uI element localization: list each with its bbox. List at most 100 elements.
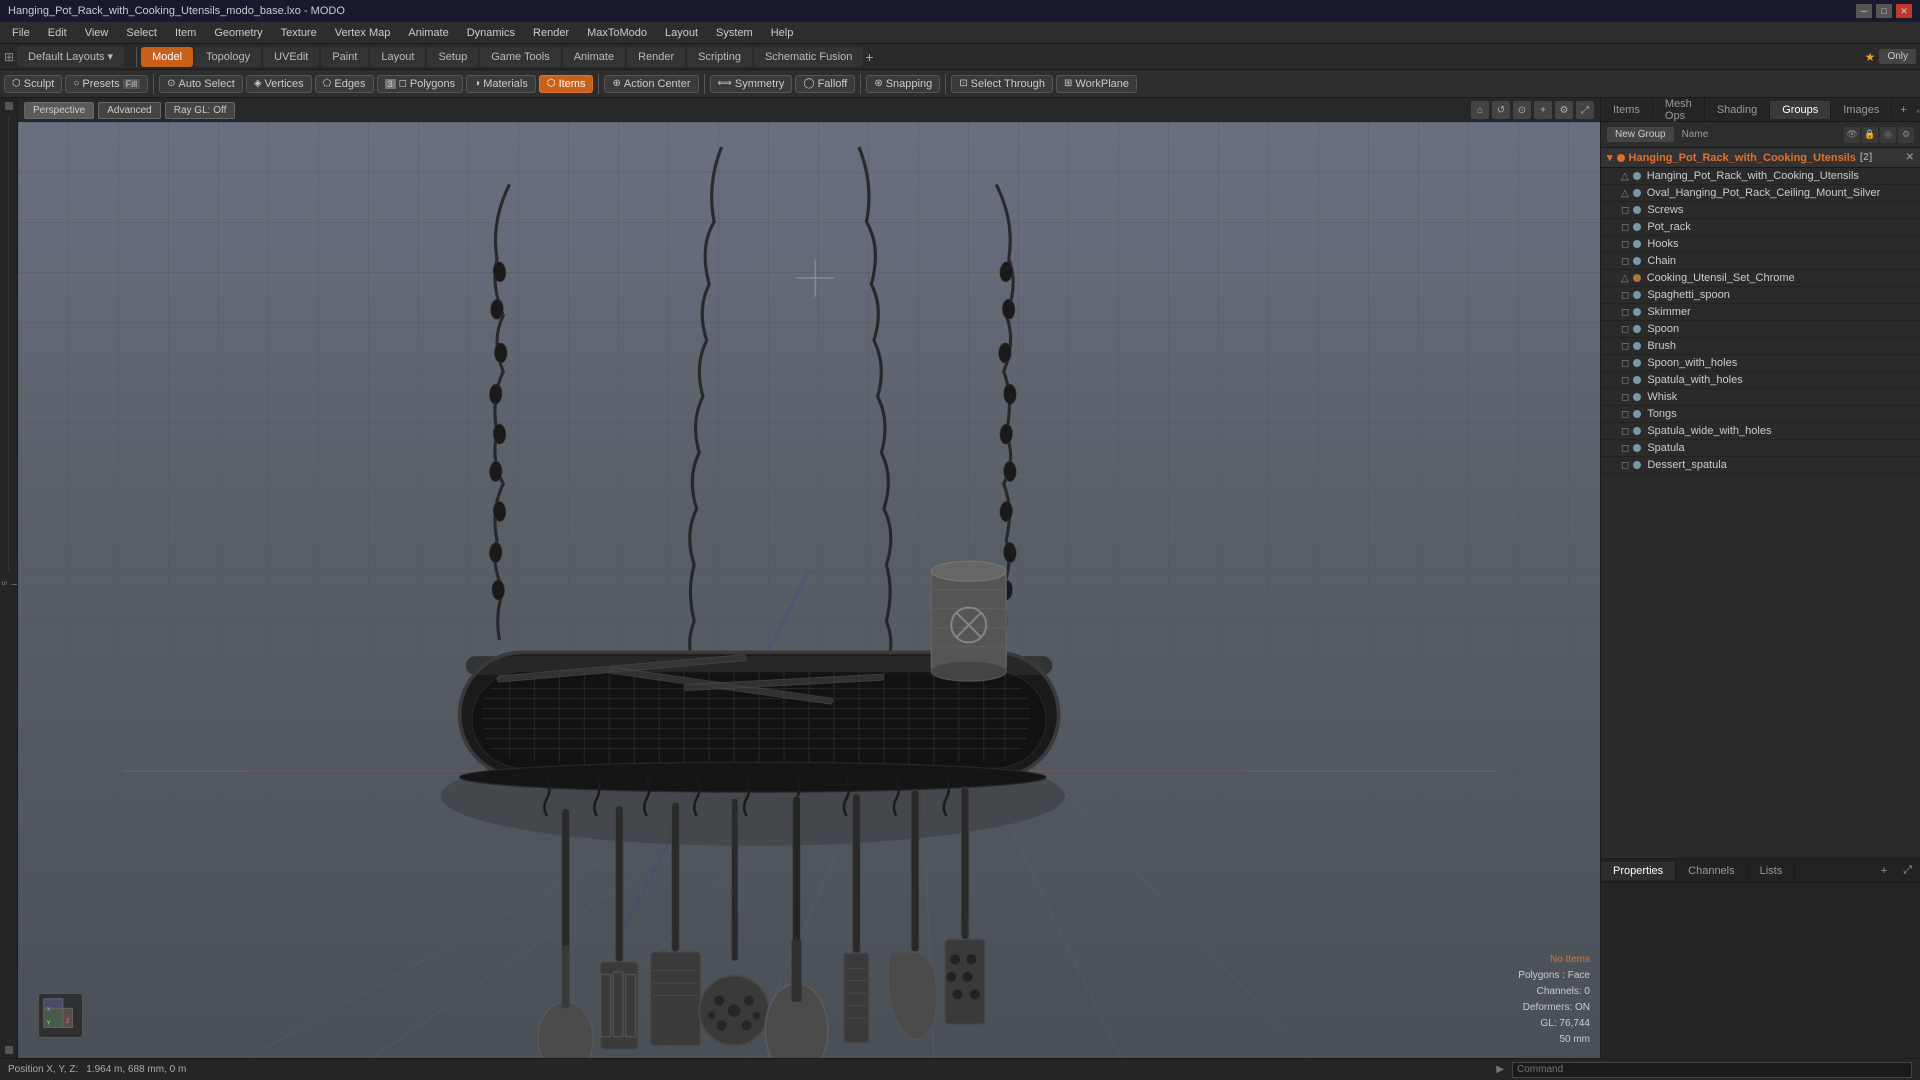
- list-item[interactable]: ◻ Spatula_wide_with_holes: [1601, 423, 1920, 440]
- menu-animate[interactable]: Animate: [400, 25, 456, 41]
- select-through-button[interactable]: ⊡ Select Through: [951, 75, 1053, 93]
- list-item[interactable]: ◻ Skimmer: [1601, 304, 1920, 321]
- menu-dynamics[interactable]: Dynamics: [459, 25, 523, 41]
- list-item[interactable]: ◻ Chain: [1601, 253, 1920, 270]
- tab-shading[interactable]: Shading: [1705, 101, 1770, 119]
- tab-model[interactable]: Model: [141, 47, 193, 67]
- maximize-button[interactable]: □: [1876, 4, 1892, 18]
- snapping-button[interactable]: ⊛ Snapping: [866, 75, 940, 93]
- items-icon-render[interactable]: ◎: [1880, 127, 1896, 143]
- tab-scripting[interactable]: Scripting: [687, 47, 752, 67]
- tab-animate[interactable]: Animate: [563, 47, 625, 67]
- minimize-button[interactable]: ─: [1856, 4, 1872, 18]
- workplane-button[interactable]: ⊞ WorkPlane: [1056, 75, 1137, 93]
- sculpt-button[interactable]: ⬡ Sculpt: [4, 75, 62, 93]
- items-icon-eye[interactable]: 👁: [1844, 127, 1860, 143]
- item-type-icon: ◻: [1621, 426, 1629, 437]
- menu-view[interactable]: View: [77, 25, 117, 41]
- list-item[interactable]: ◻ Spatula_with_holes: [1601, 372, 1920, 389]
- tab-paint[interactable]: Paint: [321, 47, 368, 67]
- falloff-button[interactable]: ◯ Falloff: [795, 75, 855, 93]
- viewport-settings-button[interactable]: ⚙: [1555, 101, 1573, 119]
- viewport-zoom-fit-button[interactable]: ⊙: [1513, 101, 1531, 119]
- list-item[interactable]: ◻ Dessert_spatula: [1601, 457, 1920, 474]
- tab-layout[interactable]: Layout: [370, 47, 425, 67]
- viewport-zoom-in-button[interactable]: +: [1534, 101, 1552, 119]
- tab-images[interactable]: Images: [1831, 101, 1892, 119]
- group-close-button[interactable]: ✕: [1906, 152, 1914, 163]
- viewport[interactable]: Perspective Advanced Ray GL: Off ⌂ ↺ ⊙ +…: [18, 98, 1600, 1058]
- add-tab-button[interactable]: +: [865, 49, 873, 65]
- list-item[interactable]: ◻ Spoon_with_holes: [1601, 355, 1920, 372]
- menu-help[interactable]: Help: [763, 25, 802, 41]
- list-item[interactable]: △ Hanging_Pot_Rack_with_Cooking_Utensils: [1601, 168, 1920, 185]
- polygons-button[interactable]: 3 ◻ Polygons: [377, 75, 464, 93]
- menu-layout[interactable]: Layout: [657, 25, 706, 41]
- items-button[interactable]: ⬡ Items: [539, 75, 594, 93]
- menu-edit[interactable]: Edit: [40, 25, 75, 41]
- new-group-button[interactable]: New Group: [1607, 127, 1674, 142]
- list-item[interactable]: ◻ Spaghetti_spoon: [1601, 287, 1920, 304]
- materials-button[interactable]: ◑ Materials: [466, 75, 536, 93]
- tab-groups[interactable]: Groups: [1770, 101, 1831, 119]
- tab-lists[interactable]: Lists: [1748, 862, 1796, 880]
- tab-mesh-ops[interactable]: Mesh Ops: [1653, 95, 1705, 125]
- list-item[interactable]: ◻ Hooks: [1601, 236, 1920, 253]
- viewport-advanced-button[interactable]: Advanced: [98, 102, 160, 119]
- item-list[interactable]: ▾ Hanging_Pot_Rack_with_Cooking_Utensils…: [1601, 148, 1920, 858]
- vertices-button[interactable]: ◈ Vertices: [246, 75, 312, 93]
- close-button[interactable]: ✕: [1896, 4, 1912, 18]
- tab-game-tools[interactable]: Game Tools: [480, 47, 561, 67]
- list-item[interactable]: ◻ Spatula: [1601, 440, 1920, 457]
- list-item[interactable]: ◻ Tongs: [1601, 406, 1920, 423]
- tab-channels[interactable]: Channels: [1676, 862, 1747, 880]
- symmetry-button[interactable]: ⟺ Symmetry: [710, 75, 793, 93]
- menu-texture[interactable]: Texture: [273, 25, 325, 41]
- list-item[interactable]: △ Oval_Hanging_Pot_Rack_Ceiling_Mount_Si…: [1601, 185, 1920, 202]
- menu-file[interactable]: File: [4, 25, 38, 41]
- items-icon-settings[interactable]: ⚙: [1898, 127, 1914, 143]
- tab-topology[interactable]: Topology: [195, 47, 261, 67]
- list-item[interactable]: ◻ Screws: [1601, 202, 1920, 219]
- tab-items[interactable]: Items: [1601, 101, 1653, 119]
- command-input[interactable]: [1512, 1062, 1912, 1078]
- menu-vertex-map[interactable]: Vertex Map: [327, 25, 399, 41]
- viewport-mode-button[interactable]: Perspective: [24, 102, 94, 119]
- auto-select-button[interactable]: ⊙ Auto Select: [159, 75, 243, 93]
- items-icon-lock[interactable]: 🔒: [1862, 127, 1878, 143]
- list-item[interactable]: ◻ Pot_rack: [1601, 219, 1920, 236]
- tab-setup[interactable]: Setup: [427, 47, 478, 67]
- viewport-maximize-button[interactable]: ⤢: [1576, 101, 1594, 119]
- menu-system[interactable]: System: [708, 25, 761, 41]
- only-button[interactable]: Only: [1879, 49, 1916, 64]
- menu-geometry[interactable]: Geometry: [206, 25, 270, 41]
- presets-button[interactable]: ○ Presets Fill: [65, 75, 148, 93]
- add-tab-right-button[interactable]: +: [1892, 101, 1914, 119]
- item-type-icon: ◻: [1621, 443, 1629, 454]
- properties-expand-button[interactable]: ⤢: [1895, 861, 1920, 880]
- menu-maxtomode[interactable]: MaxToModo: [579, 25, 655, 41]
- layout-dropdown[interactable]: Default Layouts ▾: [17, 46, 124, 67]
- list-item[interactable]: ◻ Brush: [1601, 338, 1920, 355]
- menu-item[interactable]: Item: [167, 25, 204, 41]
- list-item[interactable]: △ Cooking_Utensil_Set_Chrome: [1601, 270, 1920, 287]
- list-item[interactable]: ◻ Whisk: [1601, 389, 1920, 406]
- tab-schematic-fusion[interactable]: Schematic Fusion: [754, 47, 863, 67]
- viewport-render-button[interactable]: Ray GL: Off: [165, 102, 236, 119]
- add-prop-tab-button[interactable]: +: [1873, 862, 1895, 880]
- edges-button[interactable]: ⬠ Edges: [315, 75, 374, 93]
- menu-render[interactable]: Render: [525, 25, 577, 41]
- tab-render[interactable]: Render: [627, 47, 685, 67]
- viewport-home-button[interactable]: ⌂: [1471, 101, 1489, 119]
- list-item[interactable]: ◻ Spoon: [1601, 321, 1920, 338]
- sculpt-icon: ⬡: [12, 78, 21, 89]
- action-center-button[interactable]: ⊕ Action Center: [604, 75, 698, 93]
- right-panel-expand-button[interactable]: ⤢: [1915, 102, 1920, 117]
- menu-select[interactable]: Select: [118, 25, 165, 41]
- tab-properties[interactable]: Properties: [1601, 862, 1676, 880]
- item-color-dot: [1633, 393, 1641, 401]
- star-button[interactable]: ★: [1865, 50, 1876, 64]
- item-group-header[interactable]: ▾ Hanging_Pot_Rack_with_Cooking_Utensils…: [1601, 148, 1920, 168]
- viewport-zoom-reset-button[interactable]: ↺: [1492, 101, 1510, 119]
- tab-uvedit[interactable]: UVEdit: [263, 47, 319, 67]
